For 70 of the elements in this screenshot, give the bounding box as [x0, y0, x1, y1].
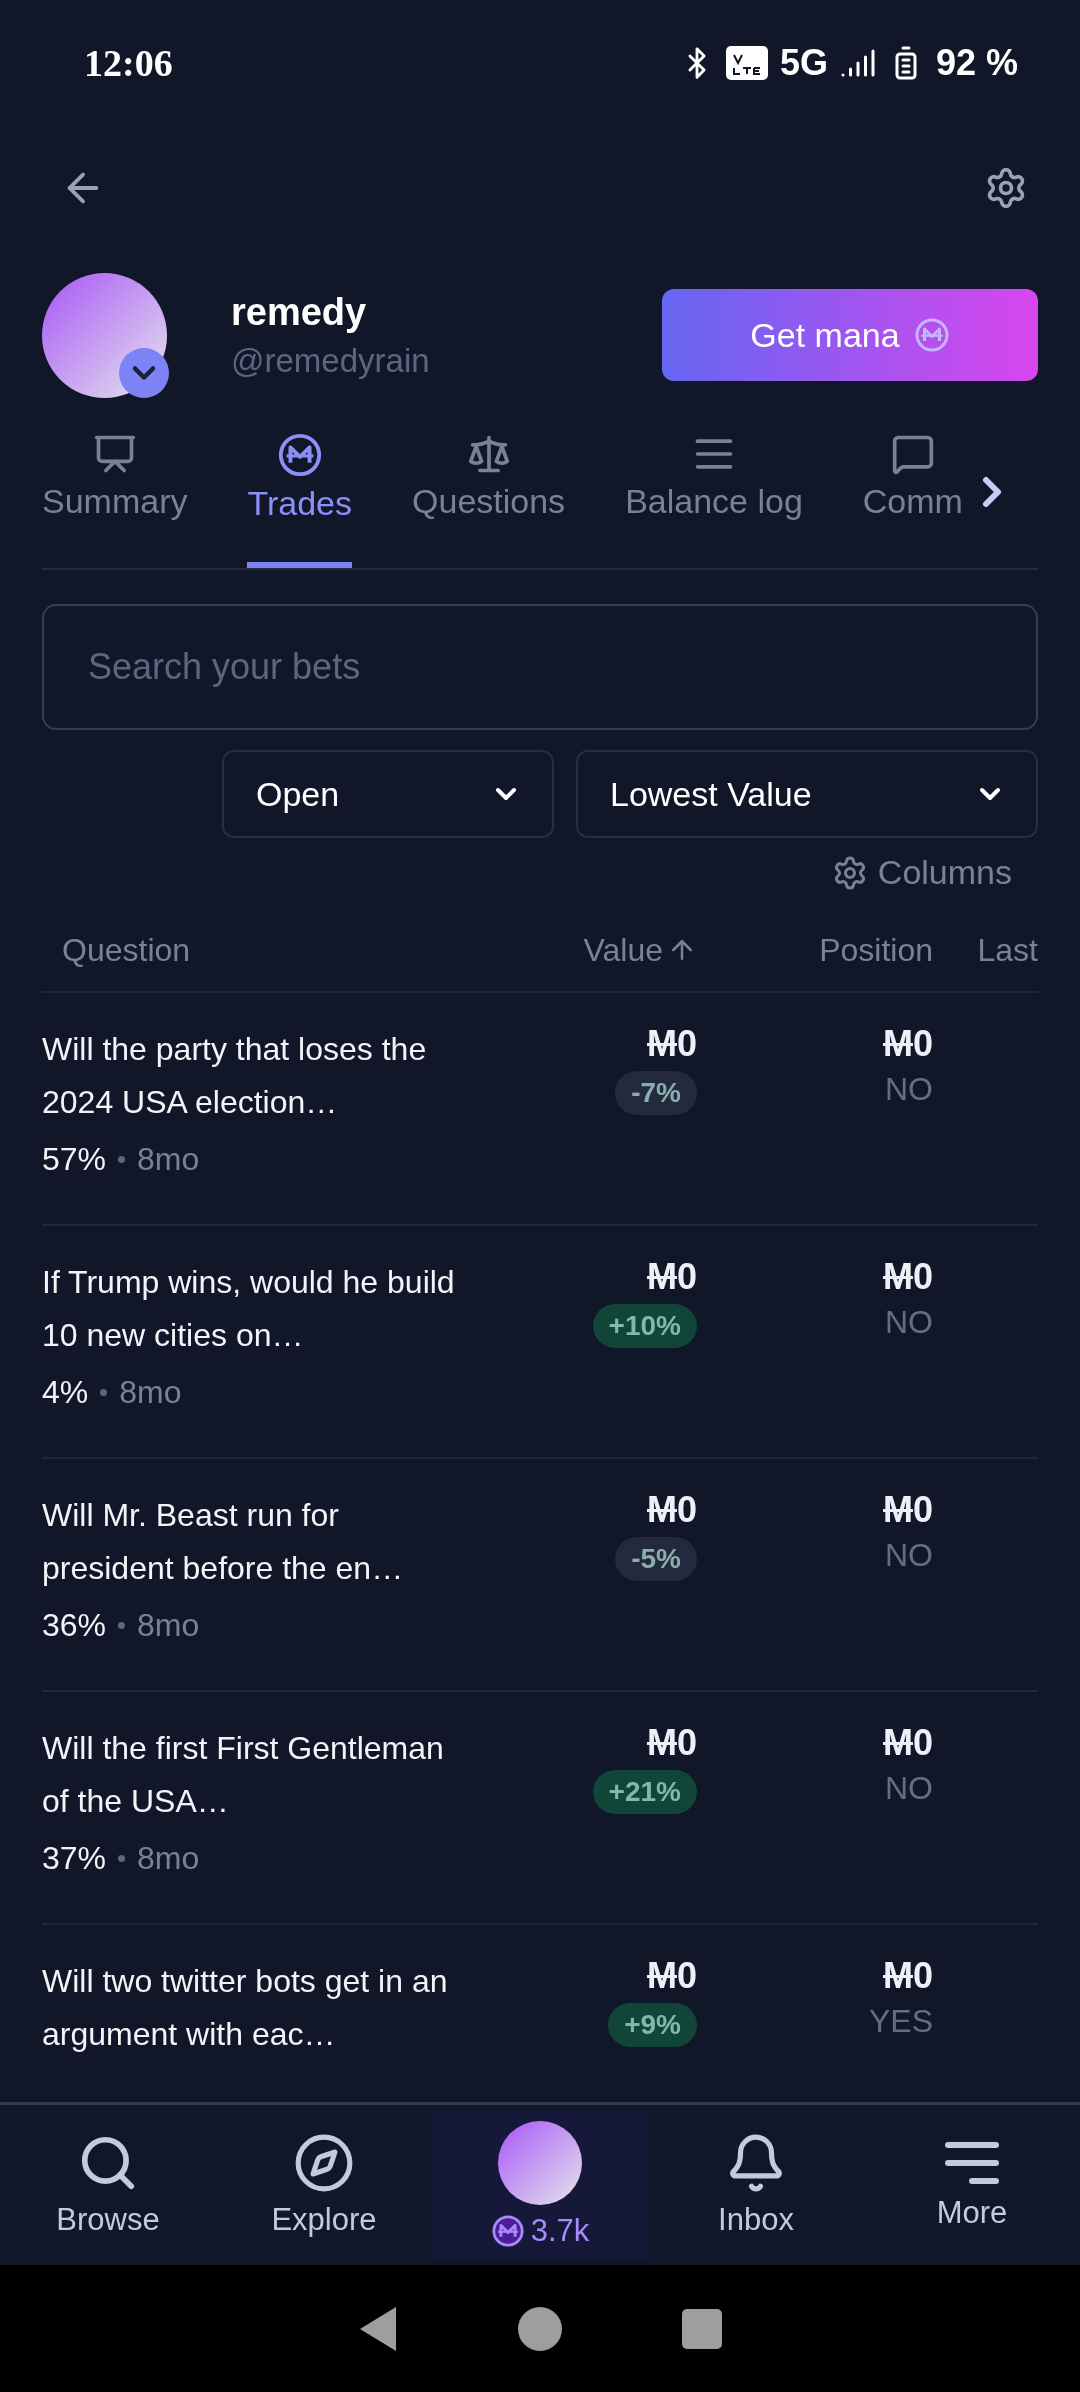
nav-item[interactable]: More — [864, 2111, 1080, 2259]
probability: 37% — [42, 1840, 107, 1877]
question-text[interactable]: Will two twitter bots get in an argument with eac… — [42, 1955, 472, 2061]
volte-icon — [725, 45, 768, 80]
outcome: NO — [885, 1537, 933, 1574]
value-amount: M0 — [646, 1955, 697, 1997]
search-field[interactable]: Search your bets — [42, 604, 1038, 730]
probability: 36% — [42, 1607, 107, 1644]
mana-icon — [490, 2214, 525, 2248]
column-header[interactable]: Last — [933, 931, 1038, 969]
nav-item[interactable]: Browse — [0, 2111, 216, 2259]
question-text[interactable]: Will the party that loses the 2024 USA election… — [42, 1023, 472, 1129]
outcome: NO — [885, 1770, 933, 1807]
probability: 57% — [42, 1141, 107, 1178]
position-amount: M0 — [882, 1722, 933, 1764]
nav-item[interactable]: 3.7k — [432, 2111, 648, 2259]
network-type: 5G — [779, 41, 828, 84]
separator-dot — [118, 1855, 126, 1862]
get-mana-button[interactable]: Get mana — [662, 289, 1038, 381]
nav-item[interactable]: Inbox — [648, 2111, 864, 2259]
column-header[interactable]: Value — [502, 931, 697, 969]
outcome: NO — [885, 1304, 933, 1341]
recents-icon[interactable] — [682, 2308, 722, 2349]
back-icon[interactable] — [358, 2304, 398, 2353]
outcome: NO — [885, 1071, 933, 1108]
question-text[interactable]: Will Mr. Beast run for president before the en… — [42, 1489, 472, 1595]
outcome: YES — [868, 2003, 933, 2040]
change-pill: +9% — [608, 2003, 697, 2047]
mana-icon — [276, 432, 323, 478]
tab[interactable]: Balance log — [625, 428, 803, 568]
value-amount: M0 — [646, 1256, 697, 1298]
user-handle: @remedyrain — [231, 341, 431, 380]
battery-level: 92 % — [935, 41, 1018, 84]
separator-dot — [118, 1622, 126, 1629]
position-amount: M0 — [882, 1955, 933, 1997]
change-pill: -5% — [615, 1537, 697, 1581]
filter-dropdown[interactable]: Lowest Value — [576, 750, 1038, 838]
probability: 4% — [42, 1374, 89, 1411]
position-amount: M0 — [882, 1256, 933, 1298]
question-text[interactable]: Will the first First Gentleman of the USA… — [42, 1722, 472, 1828]
age: 8mo — [137, 1840, 200, 1877]
compass-icon — [293, 2132, 355, 2194]
column-header[interactable]: Question — [42, 931, 502, 969]
column-header[interactable]: Position — [697, 931, 933, 969]
filter-dropdown[interactable]: Open — [222, 750, 554, 838]
change-pill: -7% — [615, 1071, 697, 1115]
value-amount: M0 — [646, 1722, 697, 1764]
value-amount: M0 — [646, 1023, 697, 1065]
age: 8mo — [137, 1141, 200, 1178]
columns-button[interactable]: Columns — [825, 852, 1018, 893]
tab[interactable]: Summary — [42, 428, 188, 568]
user-name: remedy — [231, 290, 368, 334]
tab[interactable]: Trades — [247, 428, 353, 568]
age: 8mo — [119, 1374, 182, 1411]
position-amount: M0 — [882, 1489, 933, 1531]
clock: 12:06 — [84, 40, 173, 85]
position-amount: M0 — [882, 1023, 933, 1065]
change-pill: +21% — [592, 1770, 697, 1814]
tab[interactable]: Questions — [412, 428, 566, 568]
question-text[interactable]: If Trump wins, would he build 10 new cities on… — [42, 1256, 472, 1362]
tab[interactable]: Comm — [862, 428, 963, 568]
change-pill: +10% — [592, 1304, 697, 1348]
value-amount: M0 — [646, 1489, 697, 1531]
separator-dot — [118, 1156, 126, 1163]
home-icon[interactable] — [518, 2306, 562, 2351]
menu-icon — [944, 2139, 1000, 2187]
age: 8mo — [137, 1607, 200, 1644]
separator-dot — [100, 1389, 108, 1396]
mana-icon — [913, 317, 950, 353]
nav-item[interactable]: Explore — [216, 2111, 432, 2259]
